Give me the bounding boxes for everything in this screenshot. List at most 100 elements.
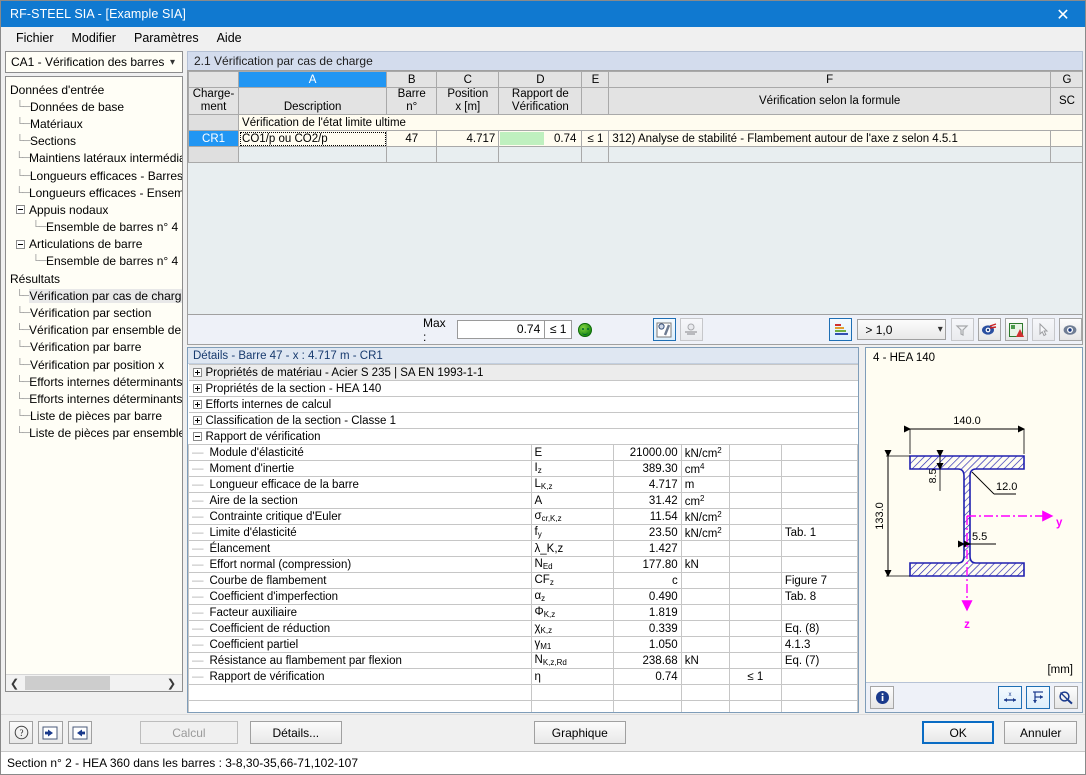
details-empty-cell[interactable] xyxy=(188,684,532,701)
result-values-icon[interactable] xyxy=(652,318,676,341)
row-ratio[interactable]: 0.74 xyxy=(498,130,583,147)
details-row[interactable]: — Rapport de vérification η 0.74 ≤ 1 xyxy=(188,668,858,685)
details-empty-cell[interactable] xyxy=(780,684,858,701)
collapse-icon[interactable] xyxy=(16,239,25,249)
filter-threshold-select[interactable]: > 1,0 ▾ xyxy=(857,319,946,340)
col-letter-a[interactable]: A xyxy=(238,71,388,88)
collapse-icon[interactable] xyxy=(192,431,202,441)
blank-cell[interactable] xyxy=(1049,146,1082,163)
details-group-cell[interactable]: Classification de la section - Classe 1 xyxy=(188,412,858,429)
blank-cell[interactable] xyxy=(498,146,583,163)
row-formula[interactable]: 312) Analyse de stabilité - Flambement a… xyxy=(608,130,1051,147)
blank-cell[interactable] xyxy=(386,146,438,163)
excel-export-icon[interactable] xyxy=(1004,318,1028,341)
scroll-thumb[interactable] xyxy=(25,676,110,690)
color-bar-icon[interactable] xyxy=(829,318,853,341)
details-empty-cell[interactable] xyxy=(612,700,682,712)
row-position[interactable]: 4.717 xyxy=(436,130,500,147)
details-row[interactable]: — Élancement λ_K,z 1.427 xyxy=(188,540,858,557)
blank-cell[interactable] xyxy=(238,146,388,163)
details-group-cell[interactable]: Efforts internes de calcul xyxy=(188,396,858,413)
details-row[interactable] xyxy=(188,700,858,712)
navigation-tree[interactable]: Données d'entrée └─ Données de base └─ Matér… xyxy=(5,76,183,692)
close-icon[interactable]: ✕ xyxy=(1041,1,1085,27)
details-row[interactable]: — Courbe de flambement CFz c Figure 7 xyxy=(188,572,858,589)
details-row[interactable]: — Module d'élasticité E 21000.00 kN/cm2 xyxy=(188,444,858,461)
details-empty-cell[interactable] xyxy=(680,684,730,701)
selection-icon[interactable] xyxy=(1031,318,1055,341)
details-row[interactable]: — Contrainte critique d'Euler σcr,K,z 11.54… xyxy=(188,508,858,525)
details-empty-cell[interactable] xyxy=(728,700,782,712)
table-row[interactable] xyxy=(188,146,1082,163)
print-preview-icon[interactable] xyxy=(679,318,703,341)
details-group-cell[interactable]: Propriétés de la section - HEA 140 xyxy=(188,380,858,397)
row-member[interactable]: 47 xyxy=(386,130,438,147)
col-letter-e[interactable]: E xyxy=(581,71,610,88)
row-sc[interactable] xyxy=(1049,130,1082,147)
details-row[interactable]: — Longueur efficace de la barre LK,z 4.717 m xyxy=(188,476,858,493)
menu-item-fichier[interactable]: Fichier xyxy=(7,29,63,47)
details-empty-cell[interactable] xyxy=(728,684,782,701)
sidebar-item[interactable]: └─Longueurs efficaces - Ensemble xyxy=(6,184,182,201)
sidebar-item[interactable]: └─ Données de base xyxy=(6,98,182,115)
row-description[interactable]: CO1/p ou CO2/p xyxy=(238,130,388,147)
details-group-row[interactable]: Classification de la section - Classe 1 xyxy=(188,412,858,429)
col-letter-g[interactable]: G xyxy=(1049,71,1082,88)
details-empty-cell[interactable] xyxy=(612,684,682,701)
details-group-row[interactable]: Rapport de vérification xyxy=(188,428,858,445)
details-row[interactable]: — Coefficient partiel γM1 1.050 4.1.3 xyxy=(188,636,858,653)
details-group-row[interactable]: Efforts internes de calcul xyxy=(188,396,858,413)
details-button[interactable]: Détails... xyxy=(249,721,342,744)
details-empty-cell[interactable] xyxy=(188,700,532,712)
sidebar-item[interactable]: Résultats xyxy=(6,270,182,287)
tree-horizontal-scrollbar[interactable]: ❮ ❯ xyxy=(6,674,182,691)
next-icon[interactable] xyxy=(67,721,92,744)
sidebar-item[interactable]: └─ Vérification par position x xyxy=(6,356,182,373)
table-row[interactable]: CR1 CO1/p ou CO2/p 47 4.717 0.74 ≤ 1 312… xyxy=(188,130,1082,147)
sidebar-item[interactable]: └─ Efforts internes déterminants p xyxy=(6,373,182,390)
menu-item-aide[interactable]: Aide xyxy=(208,29,251,47)
expand-icon[interactable] xyxy=(192,415,202,425)
expand-icon[interactable] xyxy=(192,367,202,377)
menu-item-modifier[interactable]: Modifier xyxy=(63,29,125,47)
info-icon[interactable] xyxy=(870,686,894,709)
details-row[interactable]: — Limite d'élasticité fy 23.50 kN/cm2 Tab. 1 xyxy=(188,524,858,541)
sidebar-item[interactable]: └─ Vérification par barre xyxy=(6,339,182,356)
sidebar-item[interactable]: └─ Sections xyxy=(6,133,182,150)
col-letter-d[interactable]: D xyxy=(498,71,583,88)
blank-cell[interactable] xyxy=(581,146,610,163)
view-mode-icon[interactable] xyxy=(1058,318,1082,341)
details-row[interactable]: — Aire de la section A 31.42 cm2 xyxy=(188,492,858,509)
expand-icon[interactable] xyxy=(192,383,202,393)
details-empty-cell[interactable] xyxy=(530,684,614,701)
previous-icon[interactable] xyxy=(38,721,63,744)
sidebar-item[interactable]: └─ Vérification par ensemble de ba xyxy=(6,322,182,339)
details-group-cell[interactable]: Rapport de vérification xyxy=(188,428,858,445)
details-empty-cell[interactable] xyxy=(780,700,858,712)
details-row[interactable]: — Coefficient d'imperfection αz 0.490 Tab. 8 xyxy=(188,588,858,605)
sidebar-item[interactable]: └─Maintiens latéraux intermédiaire xyxy=(6,150,182,167)
details-row[interactable]: — Facteur auxiliaire ΦK,z 1.819 xyxy=(188,604,858,621)
annuler-button[interactable]: Annuler xyxy=(1004,721,1078,744)
blank-cell[interactable] xyxy=(608,146,1051,163)
sidebar-item[interactable]: └─ Ensemble de barres n° 4 xyxy=(6,253,182,270)
sidebar-item[interactable]: └─ Matériaux xyxy=(6,115,182,132)
col-letter-f[interactable]: F xyxy=(608,71,1051,88)
sidebar-item[interactable]: Appuis nodaux xyxy=(6,201,182,218)
sidebar-item[interactable]: └─ Efforts internes déterminants p xyxy=(6,390,182,407)
menu-item-parametres[interactable]: Paramètres xyxy=(125,29,208,47)
calcul-button[interactable]: Calcul xyxy=(139,721,238,744)
results-grid[interactable]: A B C D E F G Charge-ment Description Ba… xyxy=(187,70,1083,315)
sidebar-item[interactable]: └─ Liste de pièces par ensemble d xyxy=(6,425,182,442)
details-row[interactable]: — Coefficient de réduction χK,z 0.339 Eq. (8… xyxy=(188,620,858,637)
sidebar-item[interactable]: └─ Vérification par section xyxy=(6,304,182,321)
col-letter-b[interactable]: B xyxy=(386,71,438,88)
hide-dimensions-icon[interactable] xyxy=(1054,686,1078,709)
sidebar-item[interactable]: Articulations de barre xyxy=(6,236,182,253)
module-selector-combo[interactable]: CA1 - Vérification des barres en ▾ xyxy=(5,51,183,73)
details-group-row[interactable]: Propriétés de la section - HEA 140 xyxy=(188,380,858,397)
sidebar-item[interactable]: └─ Longueurs efficaces - Barres xyxy=(6,167,182,184)
details-row[interactable] xyxy=(188,684,858,701)
details-row[interactable]: — Moment d'inertie Iz 389.30 cm4 xyxy=(188,460,858,477)
row-loadcase[interactable]: CR1 xyxy=(188,130,240,147)
